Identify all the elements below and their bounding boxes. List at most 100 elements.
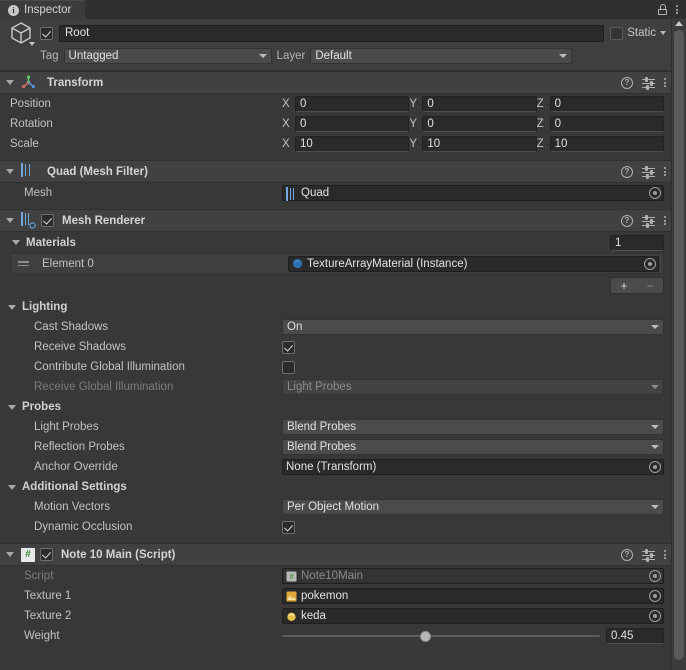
reflection-probes-row: Reflection Probes Blend Probes: [0, 437, 672, 457]
additional-settings-foldout[interactable]: Additional Settings: [0, 477, 672, 497]
texture1-object-field[interactable]: pokemon: [282, 588, 664, 604]
rotation-y[interactable]: Y0: [409, 116, 537, 132]
object-picker-icon[interactable]: [644, 257, 656, 270]
material-element-row[interactable]: Element 0 TextureArrayMaterial (Instance…: [10, 253, 664, 274]
object-picker-icon[interactable]: [649, 610, 661, 622]
preset-settings-icon[interactable]: [642, 165, 655, 179]
position-y-input[interactable]: 0: [422, 96, 537, 112]
object-picker-icon[interactable]: [649, 187, 661, 199]
materials-foldout[interactable]: Materials: [10, 233, 76, 253]
cube-dropdown-caret[interactable]: [29, 42, 35, 46]
tag-dropdown[interactable]: Untagged: [63, 47, 272, 64]
foldout-arrow-mesh-renderer[interactable]: [6, 218, 14, 223]
weight-value-input[interactable]: 0.45: [606, 628, 664, 644]
mesh-renderer-enabled-checkbox[interactable]: [41, 214, 54, 227]
rotation-z-input[interactable]: 0: [549, 116, 664, 132]
help-icon[interactable]: ?: [621, 165, 633, 178]
preset-settings-icon[interactable]: [642, 548, 655, 562]
component-header-note10main[interactable]: # Note 10 Main (Script) ?: [0, 543, 672, 566]
material-object-field[interactable]: TextureArrayMaterial (Instance): [288, 255, 659, 272]
scrollbar-thumb[interactable]: [674, 30, 684, 660]
materials-label: Materials: [26, 236, 76, 249]
script-field: # Note10Main: [282, 568, 664, 584]
probes-foldout[interactable]: Probes: [0, 397, 672, 417]
anchor-override-value: None (Transform): [286, 461, 377, 473]
weight-slider-handle[interactable]: [420, 630, 432, 642]
help-icon[interactable]: ?: [621, 76, 633, 89]
dynamic-occlusion-checkbox[interactable]: [282, 520, 295, 534]
kebab-menu-icon[interactable]: [676, 4, 678, 16]
kebab-menu-icon[interactable]: [664, 549, 666, 561]
help-icon[interactable]: ?: [621, 214, 633, 227]
mesh-object-field[interactable]: Quad: [282, 185, 664, 201]
help-icon[interactable]: ?: [621, 548, 633, 561]
rotation-z[interactable]: Z0: [537, 116, 664, 132]
materials-count-input[interactable]: 1: [610, 234, 664, 251]
foldout-arrow-note10main[interactable]: [6, 552, 14, 557]
component-title-note10main: Note 10 Main (Script): [61, 548, 176, 561]
rotation-x[interactable]: X0: [282, 116, 410, 132]
scale-y-input[interactable]: 10: [422, 136, 537, 152]
motion-vectors-dropdown[interactable]: Per Object Motion: [282, 499, 664, 515]
rotation-y-input[interactable]: 0: [422, 116, 537, 132]
object-picker-icon[interactable]: [649, 590, 661, 602]
note10main-enabled-checkbox[interactable]: [40, 548, 53, 561]
scale-z[interactable]: Z 10: [537, 136, 664, 152]
drag-handle-icon[interactable]: [15, 261, 31, 266]
kebab-menu-icon[interactable]: [664, 215, 666, 227]
rotation-x-input[interactable]: 0: [295, 116, 410, 132]
component-header-mesh-filter[interactable]: Quad (Mesh Filter) ?: [0, 160, 672, 183]
position-x-input[interactable]: 0: [295, 96, 410, 112]
foldout-arrow-transform[interactable]: [6, 80, 14, 85]
static-dropdown-caret[interactable]: [660, 31, 666, 35]
scale-z-input[interactable]: 10: [549, 136, 664, 152]
vertical-scrollbar[interactable]: [671, 19, 686, 670]
anchor-override-object-field[interactable]: None (Transform): [282, 459, 664, 475]
materials-foldout-row[interactable]: Materials 1: [0, 232, 672, 253]
static-checkbox[interactable]: [610, 26, 624, 40]
contribute-gi-checkbox[interactable]: [282, 360, 295, 374]
tab-inspector[interactable]: i Inspector: [0, 0, 86, 19]
component-header-transform[interactable]: Transform ?: [0, 71, 672, 94]
reflection-probes-dropdown[interactable]: Blend Probes: [282, 439, 664, 455]
remove-material-button[interactable]: −: [637, 278, 663, 293]
layer-dropdown[interactable]: Default: [310, 47, 573, 64]
axis-label-y: Y: [409, 98, 417, 110]
light-probes-dropdown[interactable]: Blend Probes: [282, 419, 664, 435]
position-y[interactable]: Y0: [409, 96, 537, 112]
scale-x-input[interactable]: 10: [295, 136, 410, 152]
component-header-mesh-renderer[interactable]: Mesh Renderer ?: [0, 209, 672, 232]
kebab-menu-icon[interactable]: [664, 166, 666, 178]
foldout-arrow-materials[interactable]: [12, 240, 20, 245]
add-material-button[interactable]: +: [611, 278, 637, 293]
gameobject-name-input[interactable]: Root: [59, 24, 605, 42]
receive-shadows-checkbox[interactable]: [282, 340, 295, 354]
cast-shadows-dropdown[interactable]: On: [282, 319, 664, 335]
lighting-foldout[interactable]: Lighting: [0, 297, 672, 317]
preset-settings-icon[interactable]: [642, 76, 655, 90]
scale-x[interactable]: X 10: [282, 136, 410, 152]
static-control[interactable]: Static: [610, 26, 666, 40]
lock-icon[interactable]: [658, 4, 667, 15]
component-title-mesh-filter: Quad (Mesh Filter): [47, 165, 148, 178]
scale-y[interactable]: Y 10: [409, 136, 537, 152]
mesh-asset-icon: [286, 186, 297, 201]
position-z[interactable]: Z0: [537, 96, 664, 112]
object-picker-icon[interactable]: [649, 461, 661, 473]
gameobject-enabled-checkbox[interactable]: [40, 26, 53, 40]
position-x[interactable]: X0: [282, 96, 410, 112]
position-z-input[interactable]: 0: [549, 96, 664, 112]
foldout-arrow-lighting[interactable]: [8, 304, 16, 310]
foldout-arrow-mesh-filter[interactable]: [6, 169, 14, 174]
texture2-object-field[interactable]: keda: [282, 608, 664, 624]
contribute-gi-field: [282, 360, 664, 374]
preset-settings-icon[interactable]: [642, 214, 655, 228]
scroll-up-arrow-icon[interactable]: [675, 21, 683, 26]
cube-icon[interactable]: [8, 20, 35, 46]
foldout-arrow-probes[interactable]: [8, 404, 16, 410]
foldout-arrow-additional-settings[interactable]: [8, 484, 16, 490]
script-asset-icon: #: [286, 571, 297, 582]
weight-slider[interactable]: [282, 628, 600, 644]
kebab-menu-icon[interactable]: [664, 77, 666, 89]
inspector-content: Root Static Tag Untagged Layer Default T…: [0, 19, 672, 670]
